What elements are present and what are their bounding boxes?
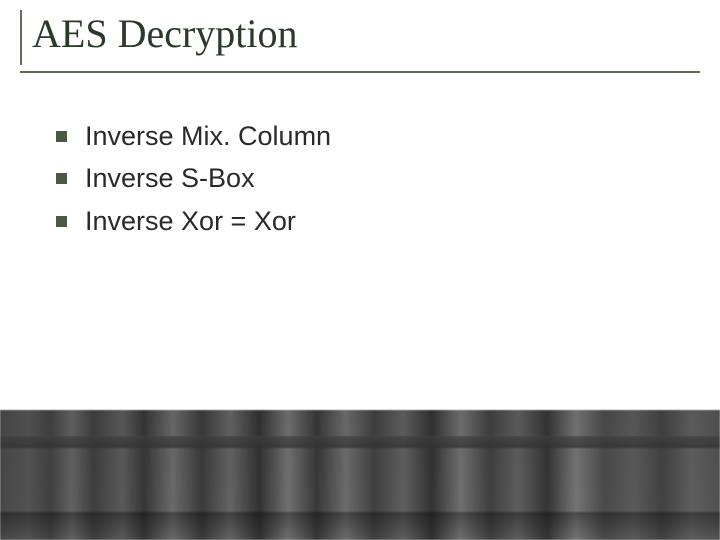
slide: AES Decryption Inverse Mix. Column Inver… [0, 0, 720, 540]
list-item-text: Inverse Mix. Column [85, 118, 331, 154]
list-item: Inverse Xor = Xor [56, 203, 680, 239]
square-bullet-icon [56, 131, 67, 142]
background-strip [0, 410, 720, 540]
square-bullet-icon [56, 216, 67, 227]
body-list: Inverse Mix. Column Inverse S-Box Invers… [56, 118, 680, 245]
list-item-text: Inverse Xor = Xor [85, 203, 296, 239]
title-container: AES Decryption [20, 6, 700, 73]
decorative-shadow [0, 512, 720, 540]
decorative-line [0, 436, 720, 448]
list-item: Inverse S-Box [56, 160, 680, 196]
square-bullet-icon [56, 173, 67, 184]
slide-title: AES Decryption [20, 6, 700, 59]
list-item: Inverse Mix. Column [56, 118, 680, 154]
list-item-text: Inverse S-Box [85, 160, 255, 196]
